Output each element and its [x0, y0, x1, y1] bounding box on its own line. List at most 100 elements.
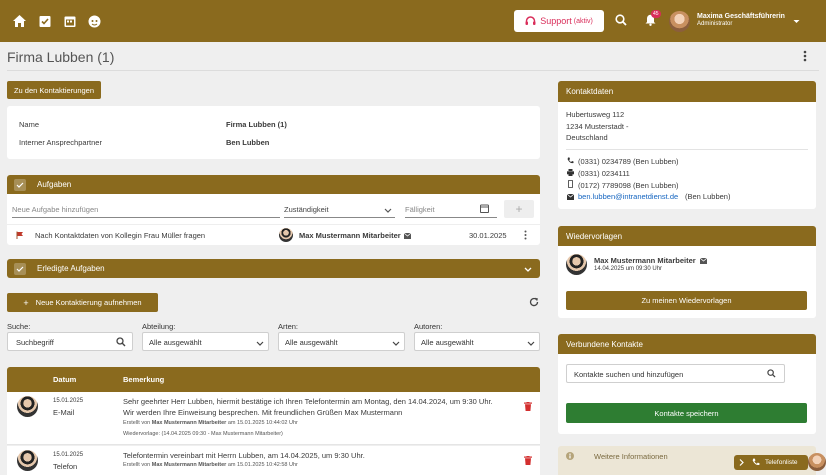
followup-person: Max Mustermann Mitarbeiter [594, 256, 696, 265]
chevron-right-icon [739, 459, 744, 468]
chevron-down-icon[interactable] [384, 206, 392, 215]
followups-card: Wiedervorlagen Max Mustermann Mitarbeite… [558, 226, 816, 318]
name-label: Name [19, 120, 40, 129]
refresh-icon[interactable] [529, 297, 539, 309]
home-icon[interactable] [13, 15, 26, 28]
linked-contacts-title: Verbundene Kontakte [566, 339, 643, 349]
back-to-contactings-button[interactable]: Zu den Kontaktierungen [7, 81, 101, 99]
mobile-icon [568, 180, 573, 190]
headset-icon [525, 16, 536, 25]
user-avatar[interactable] [669, 11, 690, 32]
more-options-icon[interactable] [524, 230, 527, 242]
row-date: 15.01.2025 [53, 452, 84, 458]
table-row[interactable]: 15.01.2025 E-Mail Sehr geehrter Herr Lub… [7, 392, 540, 445]
assignee-avatar [279, 228, 293, 242]
delete-icon[interactable] [524, 456, 532, 467]
row-type: Telefon [53, 462, 78, 471]
types-select[interactable]: Alle ausgewählt [278, 332, 405, 351]
support-button[interactable]: Support (aktiv) [514, 10, 604, 32]
contactings-table-header: Datum Bemerkung [7, 367, 540, 392]
created-by: Max Mustermann Mitarbeiter [151, 420, 227, 426]
mobile-number[interactable]: (0172) 7789098 (Ben Lubben) [578, 181, 679, 190]
chevron-down-icon[interactable] [524, 265, 532, 274]
authors-select[interactable]: Alle ausgewählt [414, 332, 540, 351]
column-header-remark[interactable]: Bemerkung [123, 375, 164, 384]
department-filter-label: Abteilung: [142, 322, 176, 331]
responsible-underline [284, 217, 395, 218]
search-icon[interactable] [615, 14, 627, 28]
row-text-line2: Wir werden Ihre Einweisung besprechen. M… [123, 408, 403, 417]
address-street: Hubertusweg 112 [566, 110, 625, 119]
email-link[interactable]: ben.lubben@intranetdienst.de [578, 192, 678, 201]
my-followups-button[interactable]: Zu meinen Wiedervorlagen [566, 291, 807, 310]
flag-icon [16, 231, 24, 241]
column-header-date[interactable]: Datum [53, 375, 76, 384]
fax-icon [567, 169, 574, 178]
tasks-check-icon[interactable] [38, 15, 51, 28]
user-name: Maxima Geschäftsführerin [697, 13, 785, 20]
responsible-select[interactable]: Zuständigkeit [284, 205, 329, 214]
assistant-avatar[interactable] [808, 453, 826, 471]
task-text: Nach Kontaktdaten von Kollegin Frau Müll… [35, 231, 206, 240]
task-row[interactable]: Nach Kontaktdaten von Kollegin Frau Müll… [7, 224, 540, 244]
followups-header: Wiedervorlagen [558, 226, 816, 246]
contact-data-title: Kontaktdaten [566, 87, 614, 96]
phone-list-label: Telefonliste [765, 459, 798, 466]
table-row[interactable]: 15.01.2025 Telefon Telefontermin vereinb… [7, 446, 540, 475]
phone-list-tab[interactable]: Telefonliste [734, 455, 808, 470]
chevron-down-icon [256, 339, 264, 348]
done-tasks-title: Erledigte Aufgaben [37, 264, 105, 273]
search-filter-input[interactable]: Suchbegriff [7, 332, 133, 351]
checklist-icon [14, 178, 26, 191]
info-icon [566, 452, 574, 462]
more-options-icon[interactable] [803, 50, 807, 64]
more-info-title: Weitere Informationen [594, 452, 668, 461]
notification-count-badge: 45 [651, 10, 661, 18]
contact-data-header: Kontaktdaten [558, 81, 816, 102]
created-suffix: am 15.01.2025 10:42:58 Uhr [227, 462, 298, 468]
support-face-icon[interactable] [88, 15, 101, 28]
followups-title: Wiedervorlagen [566, 231, 623, 241]
linked-contacts-search[interactable]: Kontakte suchen und hinzufügen [566, 364, 785, 383]
delete-icon[interactable] [524, 402, 532, 413]
linked-contacts-header: Verbundene Kontakte [558, 334, 816, 354]
calendar-icon[interactable] [480, 204, 489, 215]
new-task-input[interactable]: Neue Aufgabe hinzufügen [12, 205, 98, 214]
calendar-icon[interactable] [63, 15, 76, 28]
add-task-symbol: + [515, 202, 523, 216]
linked-contacts-placeholder: Kontakte suchen und hinzufügen [574, 370, 684, 379]
department-select[interactable]: Alle ausgewählt [142, 332, 269, 351]
created-suffix: am 15.01.2025 10:44:02 Uhr [227, 420, 298, 426]
add-task-button[interactable]: + [504, 200, 534, 218]
mail-icon [566, 193, 575, 202]
company-overview-card: Name Firma Lubben (1) Interner Ansprechp… [7, 106, 540, 159]
save-contacts-button[interactable]: Kontakte speichern [566, 403, 807, 423]
email-owner: (Ben Lubben) [685, 192, 731, 201]
linked-contacts-card: Verbundene Kontakte Kontakte suchen und … [558, 334, 816, 434]
row-type: E-Mail [53, 408, 75, 417]
phone-icon [567, 157, 574, 166]
user-menu[interactable]: Maxima Geschäftsführerin Administrator [697, 13, 785, 27]
chevron-down-icon[interactable] [793, 17, 800, 26]
due-date-input[interactable]: Fälligkeit [405, 205, 435, 214]
created-by: Max Mustermann Mitarbeiter [151, 462, 227, 468]
author-avatar [17, 396, 38, 417]
authors-select-value: Alle ausgewählt [421, 338, 474, 347]
department-select-value: Alle ausgewählt [149, 338, 202, 347]
phone-number[interactable]: (0331) 0234789 (Ben Lubben) [578, 157, 679, 166]
new-contacting-button[interactable]: + Neue Kontaktierung aufnehmen [7, 293, 158, 312]
tasks-title: Aufgaben [37, 180, 72, 189]
done-tasks-header[interactable]: Erledigte Aufgaben [7, 259, 540, 278]
created-prefix: Erstellt von [123, 420, 151, 426]
support-status: (aktiv) [573, 17, 593, 25]
done-tasks-card[interactable]: Erledigte Aufgaben [7, 259, 540, 278]
types-filter-label: Arten: [278, 322, 299, 331]
row-text-line1: Sehr geehrter Herr Lubben, hiermit bestä… [123, 397, 493, 406]
address-city: 1234 Musterstadt - [566, 122, 629, 131]
row-created-info: Erstellt von Max Mustermann Mitarbeiter … [123, 420, 298, 426]
page-title: Firma Lubben (1) [7, 49, 115, 65]
user-role: Administrator [697, 21, 733, 27]
name-value: Firma Lubben (1) [226, 120, 287, 129]
new-task-underline [12, 217, 280, 218]
search-icon [116, 337, 126, 349]
